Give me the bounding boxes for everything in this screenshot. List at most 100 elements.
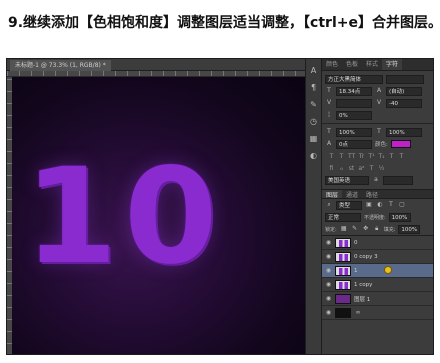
swash-icon[interactable]: ℴ [338,165,345,172]
color-label: 颜色: [375,142,388,148]
layer-row[interactable]: ◉ 0 [322,236,433,250]
leading-icon: A [376,87,382,94]
layer-row[interactable]: ◉ 1 copy [322,278,433,292]
horizontal-scale-icon: T [327,128,331,135]
link-icon: ∞ [355,308,361,316]
layer-name: 0 copy 3 [354,253,378,260]
font-size-field[interactable]: 18.34点 [336,86,372,96]
character-panel-tabs: 颜色 色板 样式 字符 [322,59,433,71]
filter-pixel-icon[interactable]: ▣ [365,201,373,209]
antialias-select[interactable] [383,175,413,185]
blend-mode-select[interactable]: 正常 [325,212,361,222]
mouse-cursor-icon [384,266,392,274]
layer-thumbnail [335,279,351,290]
leading-field[interactable]: (自动) [386,86,422,96]
divider [322,123,433,124]
tab-layers[interactable]: 图层 [322,190,343,199]
brush-icon[interactable]: ✎ [308,99,319,110]
layer-row[interactable]: ◉ 图层 1 [322,292,433,306]
paragraph-icon[interactable]: ¶ [308,82,319,93]
lock-move-icon[interactable]: ✥ [362,225,370,233]
filter-shape-icon[interactable]: ▢ [398,201,406,209]
eye-icon[interactable]: ◉ [325,239,332,246]
underline-button[interactable]: T [388,153,395,160]
fill-label: 填充: [383,226,396,233]
titling-icon[interactable]: T [368,165,375,172]
layer-name: 1 [354,267,358,274]
kerning-icon: V [326,99,332,106]
eye-icon[interactable]: ◉ [325,267,332,274]
tracking-icon: V [376,99,382,106]
ordinal-icon[interactable]: aᵃ [358,165,365,172]
lock-label: 锁定: [325,226,337,233]
layer-thumbnail [335,293,351,304]
strikethrough-button[interactable]: T [398,153,405,160]
fill-field[interactable]: 100% [398,224,421,234]
eye-icon[interactable]: ◉ [325,253,332,260]
horizontal-scale-field[interactable]: 100% [336,127,372,137]
faux-bold-button[interactable]: T [328,153,335,160]
document-canvas[interactable]: 10 [12,77,305,354]
opacity-label: 不透明度: [364,214,386,221]
layers-list: ◉ 0 ◉ 0 copy 3 ◉ 1 ◉ 1 copy ◉ 图层 1 ◉ ∞ [322,235,433,320]
lock-brush-icon[interactable]: ✎ [351,225,359,233]
ligature-icon[interactable]: fi [328,165,335,172]
baseline-field[interactable]: 0点 [336,139,372,149]
canvas-number-text: 10 [24,140,224,294]
layer-row[interactable]: ◉ 0 copy 3 [322,250,433,264]
tab-character[interactable]: 字符 [382,59,403,70]
faux-italic-button[interactable]: T [338,153,345,160]
layer-name: 1 copy [354,281,373,288]
type-style-buttons: T T TT Tr T¹ T₁ T T [322,150,433,162]
photoshop-window: 未标题-1 @ 73.3% (1, RGB/8) * 10 A ¶ ✎ ◷ ▦ … [6,58,434,355]
history-icon[interactable]: ◷ [308,116,319,127]
subscript-button[interactable]: T₁ [378,153,385,160]
opacity-field[interactable]: 100% [388,212,411,222]
swatches-icon[interactable]: ▦ [308,133,319,144]
layer-filter-select[interactable]: 类型 [336,200,362,210]
stylistic-icon[interactable]: st [348,165,355,172]
tab-swatches[interactable]: 色板 [342,59,362,70]
opentype-buttons: fi ℴ st aᵃ T ½ [322,162,433,174]
vertical-scale-field[interactable]: 0% [336,110,372,120]
layer-thumbnail [335,307,351,318]
antialias-icon: a [374,176,378,183]
type-icon[interactable]: A [308,65,319,76]
right-panels: 颜色 色板 样式 字符 方正大黑简体 T 18.34点 A (自动) V V -… [322,59,433,354]
small-caps-button[interactable]: Tr [358,153,365,160]
lock-transparent-icon[interactable]: ▦ [340,225,348,233]
language-select[interactable]: 美国英语 [325,175,369,185]
superscript-button[interactable]: T¹ [368,153,375,160]
layer-thumbnail [335,251,351,262]
tab-color[interactable]: 颜色 [322,59,342,70]
layer-row[interactable]: ◉ ∞ [322,306,433,320]
fraction-icon[interactable]: ½ [378,165,385,172]
tab-channels[interactable]: 通道 [342,190,362,199]
layers-panel-tabs: 图层 通道 路径 [322,189,433,199]
font-family-select[interactable]: 方正大黑简体 [325,74,383,84]
tracking-field[interactable]: -40 [386,98,422,108]
eye-icon[interactable]: ◉ [325,281,332,288]
all-caps-button[interactable]: TT [348,153,355,160]
eye-icon[interactable]: ◉ [325,309,332,316]
panel-icon-strip: A ¶ ✎ ◷ ▦ ◐ [305,59,322,354]
tab-paths[interactable]: 路径 [362,190,382,199]
baseline-icon: A [326,140,332,147]
document-tab[interactable]: 未标题-1 @ 73.3% (1, RGB/8) * [10,60,111,71]
lock-icon[interactable]: 🔒︎ [373,225,381,233]
layer-row-selected[interactable]: ◉ 1 [322,264,433,278]
scale-right-field[interactable]: 100% [386,127,422,137]
font-style-select[interactable] [386,74,424,84]
font-size-icon: T [327,87,331,94]
filter-adjust-icon[interactable]: ◐ [376,201,384,209]
layer-thumbnail [335,237,351,248]
text-color-swatch[interactable] [390,140,411,148]
layer-name: 0 [354,239,358,246]
adjust-icon[interactable]: ◐ [308,150,319,161]
kerning-field[interactable] [336,98,372,108]
eye-icon[interactable]: ◉ [325,295,332,302]
filter-type-icon[interactable]: T [387,201,395,209]
vertical-scale-icon: ¦ [327,111,331,118]
tab-styles[interactable]: 样式 [362,59,382,70]
layer-thumbnail [335,265,351,276]
